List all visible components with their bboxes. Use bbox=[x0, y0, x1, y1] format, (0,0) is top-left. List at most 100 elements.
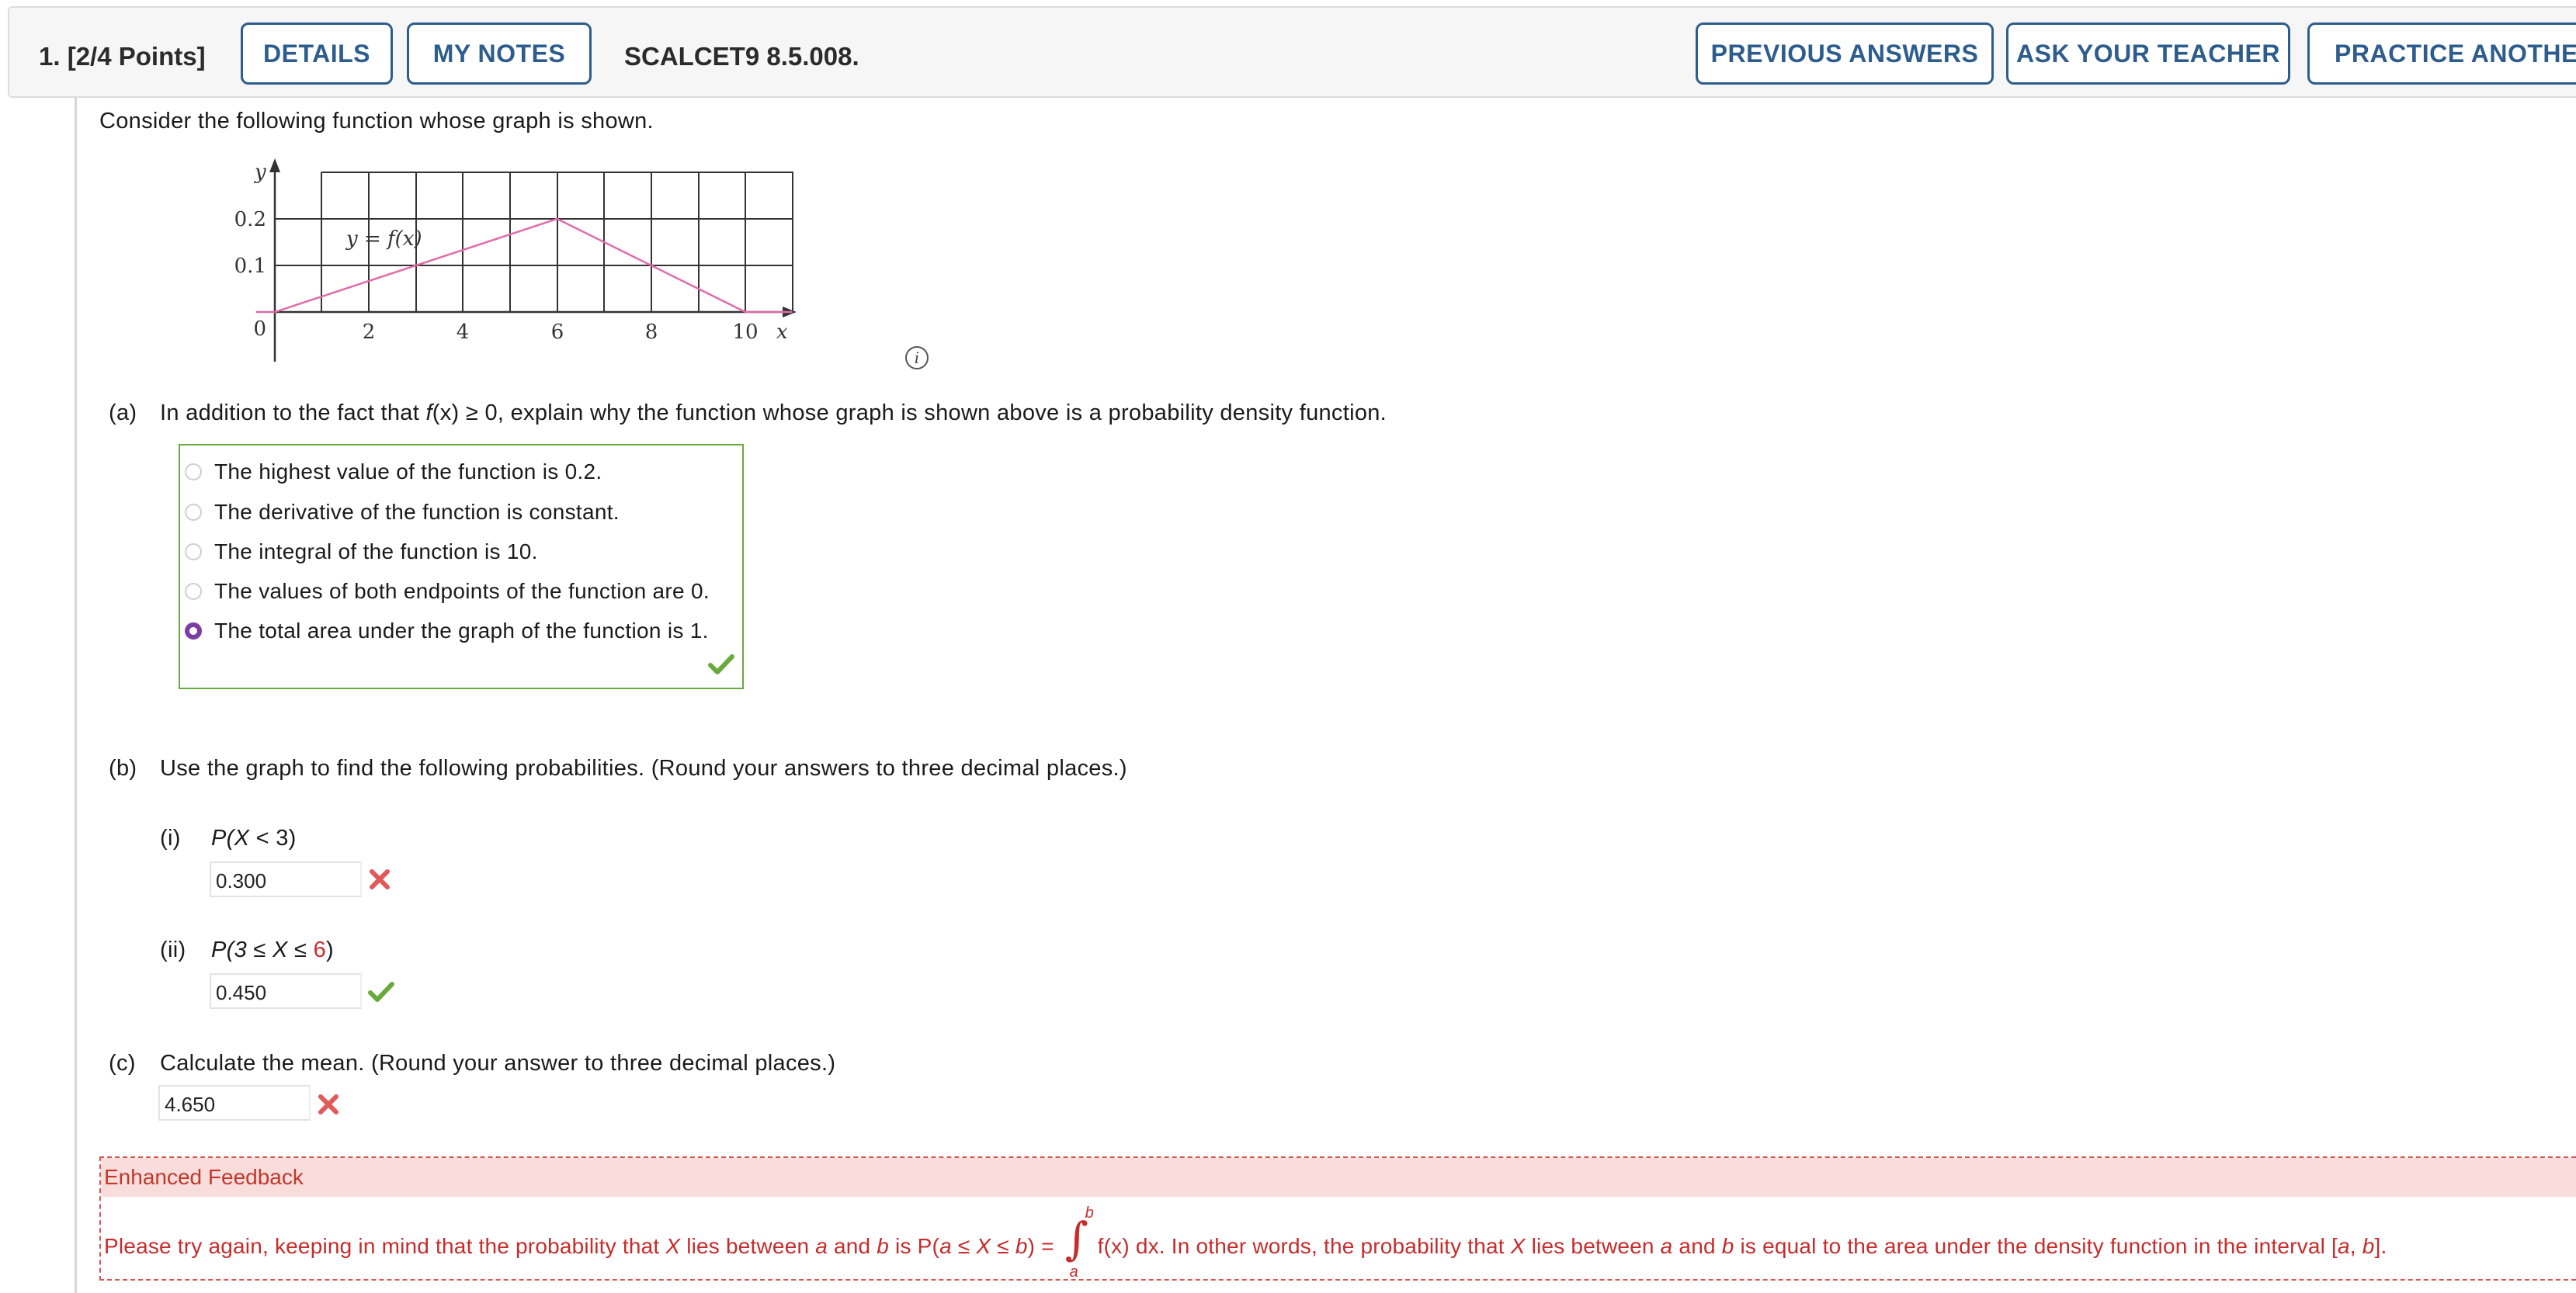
x-tick-label: 2 bbox=[363, 321, 376, 344]
feedback-text-part: ≤ bbox=[951, 1234, 977, 1258]
choice-label: The total area under the graph of the fu… bbox=[214, 619, 709, 643]
part-b-ii-expression: P(3 ≤ X ≤ 6) bbox=[211, 938, 334, 963]
feedback-text-part: Please try again, keeping in mind that t… bbox=[104, 1234, 666, 1258]
y-axis-label: y bbox=[254, 161, 266, 184]
points-label: [2/4 Points] bbox=[67, 42, 206, 71]
choice-label: The integral of the function is 10. bbox=[214, 539, 538, 563]
expr-highlight: 6 bbox=[313, 938, 326, 962]
feedback-text-part: ) = bbox=[1027, 1234, 1061, 1258]
feedback-var: b bbox=[877, 1234, 890, 1258]
part-a-question-rest: (x) ≥ 0, explain why the function whose … bbox=[432, 400, 1387, 425]
x-tick-label: 6 bbox=[551, 321, 564, 344]
feedback-text-part: ]. bbox=[2374, 1234, 2387, 1258]
choice-label: The values of both endpoints of the func… bbox=[214, 579, 710, 603]
question-number: 1. bbox=[39, 42, 61, 71]
choice-label: The derivative of the function is consta… bbox=[214, 500, 620, 524]
expr-post: < 3) bbox=[249, 826, 297, 851]
choice-option[interactable]: The derivative of the function is consta… bbox=[185, 495, 620, 529]
choice-option-selected[interactable]: The total area under the graph of the fu… bbox=[185, 614, 709, 648]
correct-check-icon bbox=[708, 654, 734, 674]
feedback-text-part: P( bbox=[917, 1234, 940, 1258]
part-a-question: In addition to the fact that f(x) ≥ 0, e… bbox=[160, 400, 1387, 426]
part-b-i-expression: P(X < 3) bbox=[211, 826, 297, 851]
part-a-question-fx: f bbox=[425, 400, 432, 425]
function-label: y = f(x) bbox=[345, 227, 422, 251]
x-axis-label: x bbox=[776, 321, 788, 344]
expr-var: X bbox=[234, 826, 250, 851]
feedback-var: b bbox=[1721, 1234, 1734, 1258]
choice-option[interactable]: The highest value of the function is 0.2… bbox=[185, 455, 602, 489]
correct-check-icon bbox=[368, 982, 394, 1002]
feedback-text-part: , bbox=[2349, 1234, 2362, 1258]
radio-button[interactable] bbox=[185, 583, 202, 600]
part-b-question: Use the graph to find the following prob… bbox=[160, 756, 1127, 781]
y-tick-label: 0.2 bbox=[234, 208, 266, 231]
expr-post: ) bbox=[326, 938, 334, 962]
info-icon[interactable]: i bbox=[905, 346, 929, 369]
x-tick-label: 4 bbox=[457, 321, 470, 344]
choice-label: The highest value of the function is 0.2… bbox=[214, 459, 602, 484]
ask-your-teacher-button[interactable]: ASK YOUR TEACHER bbox=[2006, 23, 2290, 85]
feedback-text-part: . In other words, the probability that bbox=[1158, 1234, 1511, 1258]
incorrect-x-icon bbox=[370, 869, 390, 889]
feedback-text-part: and bbox=[1672, 1234, 1722, 1258]
practice-another-button[interactable]: PRACTICE ANOTHER bbox=[2307, 23, 2576, 85]
question-number-points: 1. [2/4 Points] bbox=[39, 42, 206, 71]
feedback-text-part: is bbox=[889, 1234, 918, 1258]
radio-button-selected[interactable] bbox=[185, 622, 202, 640]
feedback-text: Please try again, keeping in mind that t… bbox=[104, 1205, 2387, 1281]
feedback-title: Enhanced Feedback bbox=[101, 1158, 2576, 1197]
details-button[interactable]: DETAILS bbox=[241, 23, 393, 85]
part-c-question: Calculate the mean. (Round your answer t… bbox=[160, 1051, 836, 1076]
part-a-question-prefix: In addition to the fact that bbox=[160, 400, 426, 425]
feedback-var: a bbox=[2337, 1234, 2350, 1258]
enhanced-feedback-panel: Enhanced Feedback Please try again, keep… bbox=[99, 1156, 2576, 1281]
feedback-integrand: f(x) dx bbox=[1097, 1234, 1159, 1258]
feedback-var: a bbox=[1660, 1234, 1673, 1258]
question-code: SCALCET9 8.5.008. bbox=[624, 42, 859, 71]
expr-mid: ≤ bbox=[287, 938, 314, 962]
feedback-var: b bbox=[2362, 1234, 2375, 1258]
question-left-border bbox=[75, 98, 77, 1293]
radio-button[interactable] bbox=[185, 504, 202, 521]
feedback-var: X bbox=[665, 1234, 681, 1258]
choice-option[interactable]: The values of both endpoints of the func… bbox=[185, 574, 710, 608]
radio-button[interactable] bbox=[185, 463, 202, 480]
expr-pre: P( bbox=[211, 826, 234, 851]
feedback-text-part: and bbox=[828, 1234, 877, 1258]
part-c-answer-input[interactable]: 4.650 bbox=[158, 1085, 311, 1121]
part-c-marker: (c) bbox=[109, 1051, 136, 1076]
graph-axes bbox=[273, 172, 784, 362]
part-b-ii-answer-input[interactable]: 0.450 bbox=[210, 973, 362, 1009]
y-tick-label: 0.1 bbox=[234, 255, 266, 278]
part-b-i-marker: (i) bbox=[160, 826, 181, 851]
expr-pre: P(3 ≤ bbox=[211, 938, 273, 962]
feedback-text-part: ≤ bbox=[991, 1234, 1015, 1258]
my-notes-button[interactable]: MY NOTES bbox=[407, 23, 592, 85]
function-graph: y x y = f(x) 0.2 0.1 0 2 4 6 8 10 bbox=[234, 158, 797, 362]
y-tick-label: 0 bbox=[253, 317, 266, 341]
feedback-var: a bbox=[939, 1234, 952, 1258]
feedback-text-part: lies between bbox=[680, 1234, 816, 1258]
part-b-ii-marker: (ii) bbox=[160, 938, 186, 962]
part-b-i-answer-input[interactable]: 0.300 bbox=[210, 861, 362, 897]
choice-option[interactable]: The integral of the function is 10. bbox=[185, 535, 538, 569]
x-tick-label: 10 bbox=[732, 321, 758, 344]
feedback-text-part: is equal to the area under the density f… bbox=[1734, 1234, 2338, 1258]
feedback-text-part: lies between bbox=[1525, 1234, 1661, 1258]
integral-sign: ∫ b a bbox=[1064, 1205, 1094, 1281]
x-tick-label: 8 bbox=[645, 321, 658, 344]
y-axis-arrowhead bbox=[269, 158, 280, 172]
feedback-var: X bbox=[1510, 1234, 1526, 1258]
question-header: 1. [2/4 Points] DETAILS MY NOTES SCALCET… bbox=[8, 6, 2576, 98]
feedback-var: a bbox=[815, 1234, 828, 1258]
part-b-marker: (b) bbox=[109, 756, 137, 781]
part-a-marker: (a) bbox=[109, 400, 137, 425]
feedback-var: X bbox=[976, 1234, 991, 1258]
radio-button[interactable] bbox=[185, 543, 202, 560]
integral-lower-limit: a bbox=[1069, 1264, 1078, 1281]
previous-answers-button[interactable]: PREVIOUS ANSWERS bbox=[1696, 23, 1994, 85]
expr-var: X bbox=[272, 938, 288, 962]
integral-upper-limit: b bbox=[1085, 1205, 1094, 1222]
part-a-choices: The highest value of the function is 0.2… bbox=[179, 444, 744, 689]
